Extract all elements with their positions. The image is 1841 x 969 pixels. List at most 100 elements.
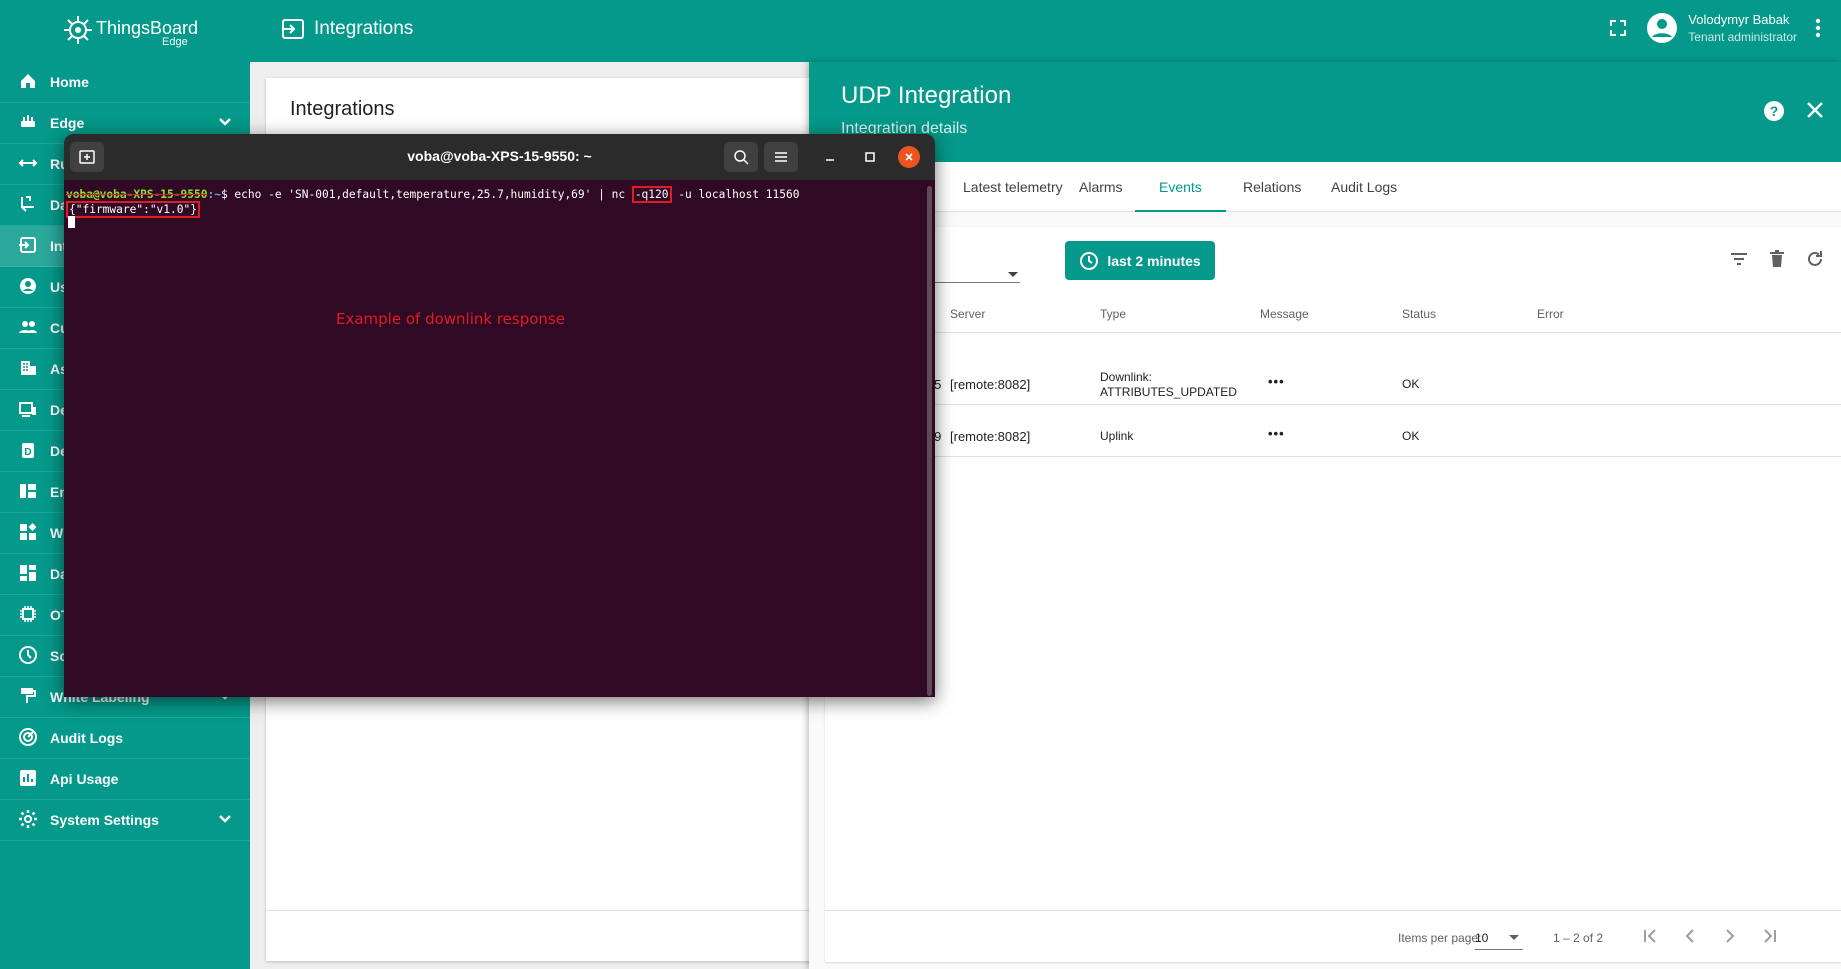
event-message-button[interactable]: ••• bbox=[1268, 426, 1285, 441]
column-header-message[interactable]: Message bbox=[1260, 307, 1309, 321]
terminal-cursor bbox=[68, 216, 75, 228]
svg-text:D: D bbox=[24, 447, 31, 458]
command-text: $ echo -e 'SN-001,default,temperature,25… bbox=[220, 188, 632, 201]
devices-icon bbox=[18, 399, 38, 422]
sidebar-item[interactable]: Home bbox=[0, 62, 250, 103]
minimize-button[interactable] bbox=[819, 146, 841, 168]
event-server: [remote:8082] bbox=[950, 429, 1031, 444]
divider bbox=[266, 910, 826, 911]
filter-icon[interactable] bbox=[1729, 249, 1749, 269]
first-page-icon[interactable] bbox=[1641, 927, 1659, 945]
chevron-down-icon[interactable] bbox=[1007, 271, 1019, 279]
annotation-label: Example of downlink response bbox=[336, 310, 565, 328]
dashboards-icon bbox=[18, 563, 38, 586]
rule-chain-icon bbox=[18, 153, 38, 176]
device-profiles-icon: D bbox=[18, 440, 38, 463]
delete-icon[interactable] bbox=[1767, 249, 1787, 269]
chevron-down-icon[interactable] bbox=[218, 812, 232, 829]
refresh-icon[interactable] bbox=[1805, 249, 1825, 269]
divider bbox=[825, 456, 1841, 457]
more-vert-icon[interactable] bbox=[1815, 18, 1821, 38]
hamburger-icon bbox=[775, 152, 787, 162]
terminal-window[interactable]: voba@voba-XPS-15-9550: ~ voba@voba-XPS-1… bbox=[64, 134, 935, 697]
event-server: [remote:8082] bbox=[950, 377, 1031, 392]
close-icon bbox=[905, 153, 913, 161]
terminal-output[interactable]: voba@voba-XPS-15-9550:~$ echo -e 'SN-001… bbox=[66, 184, 926, 694]
last-page-icon[interactable] bbox=[1761, 927, 1779, 945]
divider bbox=[825, 404, 1841, 405]
prompt-path: :~ bbox=[207, 188, 221, 201]
svg-text:?: ? bbox=[1770, 103, 1779, 119]
event-type-detail: ATTRIBUTES_UPDATED bbox=[1100, 385, 1237, 399]
select-underline bbox=[1475, 949, 1523, 950]
event-status: OK bbox=[1402, 429, 1420, 443]
command-line: voba@voba-XPS-15-9550:~$ echo -e 'SN-001… bbox=[66, 186, 800, 203]
tab-alarms[interactable]: Alarms bbox=[1055, 162, 1147, 212]
column-header-status[interactable]: Status bbox=[1402, 307, 1436, 321]
close-icon[interactable] bbox=[1805, 100, 1825, 120]
user-menu[interactable]: Volodymyr Babak Tenant administrator bbox=[1646, 12, 1797, 44]
help-icon[interactable]: ? bbox=[1763, 100, 1785, 122]
event-message-button[interactable]: ••• bbox=[1268, 374, 1285, 389]
page-title: Integrations bbox=[282, 18, 413, 40]
chevron-down-icon[interactable] bbox=[1509, 935, 1519, 941]
terminal-close-button[interactable] bbox=[898, 146, 920, 168]
search-icon bbox=[734, 150, 749, 165]
divider bbox=[825, 332, 1841, 333]
column-header-type[interactable]: Type bbox=[1100, 307, 1126, 321]
user-name: Volodymyr Babak bbox=[1688, 12, 1790, 27]
ota-icon bbox=[18, 604, 38, 627]
items-per-page-label: Items per page: bbox=[1398, 931, 1482, 945]
terminal-menu-button[interactable] bbox=[764, 142, 798, 172]
items-per-page-select[interactable]: 10 bbox=[1475, 931, 1488, 945]
command-text-tail: -u localhost 11560 bbox=[671, 188, 800, 201]
next-page-icon[interactable] bbox=[1721, 927, 1739, 945]
response-line: {"firmware":"v1.0"} bbox=[66, 201, 200, 218]
tab-events[interactable]: Events bbox=[1135, 162, 1226, 212]
white-labeling-icon bbox=[18, 686, 38, 709]
sidebar-item-label: Audit Logs bbox=[50, 730, 124, 746]
events-card: last 2 minutes Server Type Message Statu… bbox=[825, 227, 1841, 962]
users-icon bbox=[18, 276, 38, 299]
fullscreen-icon[interactable] bbox=[1608, 18, 1628, 38]
assets-icon bbox=[18, 358, 38, 381]
integrations-icon bbox=[282, 19, 304, 39]
sidebar-item-label: Home bbox=[50, 74, 89, 90]
terminal-title: voba@voba-XPS-15-9550: ~ bbox=[407, 148, 592, 164]
page-title-text: Integrations bbox=[314, 18, 414, 39]
integration-details-panel: UDP Integration Integration details ? tt… bbox=[809, 62, 1841, 969]
sidebar-item[interactable]: Api Usage bbox=[0, 759, 250, 800]
terminal-search-button[interactable] bbox=[724, 142, 758, 172]
thingsboard-logo[interactable]: ThingsBoard Edge bbox=[60, 12, 220, 52]
api-usage-icon bbox=[18, 768, 38, 791]
time-window-button[interactable]: last 2 minutes bbox=[1065, 241, 1215, 280]
sidebar-item[interactable]: Audit Logs bbox=[0, 718, 250, 759]
integrations-card-title: Integrations bbox=[290, 98, 395, 120]
event-type: Uplink bbox=[1100, 429, 1134, 443]
entity-views-icon bbox=[18, 481, 38, 504]
clock-icon bbox=[1080, 251, 1099, 270]
top-bar: ThingsBoard Edge Integrations Volodymyr … bbox=[0, 0, 1841, 62]
terminal-scrollbar[interactable] bbox=[927, 186, 932, 696]
logo-icon bbox=[64, 16, 92, 44]
user-role: Tenant administrator bbox=[1688, 30, 1797, 44]
customers-icon bbox=[18, 317, 38, 340]
paginator: Items per page: 10 1 – 2 of 2 bbox=[825, 910, 1841, 962]
prompt-user: voba@voba-XPS-15-9550 bbox=[66, 188, 208, 201]
minimize-icon bbox=[826, 159, 834, 161]
sidebar-item[interactable]: System Settings bbox=[0, 800, 250, 841]
column-header-server[interactable]: Server bbox=[950, 307, 985, 321]
scheduler-icon bbox=[18, 645, 38, 668]
terminal-titlebar[interactable]: voba@voba-XPS-15-9550: ~ bbox=[64, 134, 935, 180]
details-title: UDP Integration bbox=[841, 82, 1012, 109]
audit-logs-icon bbox=[18, 727, 38, 750]
sidebar-item-label: Api Usage bbox=[50, 771, 119, 787]
home-icon bbox=[18, 71, 38, 94]
column-header-error[interactable]: Error bbox=[1537, 307, 1564, 321]
maximize-button[interactable] bbox=[859, 146, 881, 168]
previous-page-icon[interactable] bbox=[1681, 927, 1699, 945]
widgets-icon bbox=[18, 522, 38, 545]
event-type: Downlink: bbox=[1100, 370, 1153, 384]
chevron-down-icon[interactable] bbox=[218, 115, 232, 132]
tab-audit-logs[interactable]: Audit Logs bbox=[1307, 162, 1421, 212]
